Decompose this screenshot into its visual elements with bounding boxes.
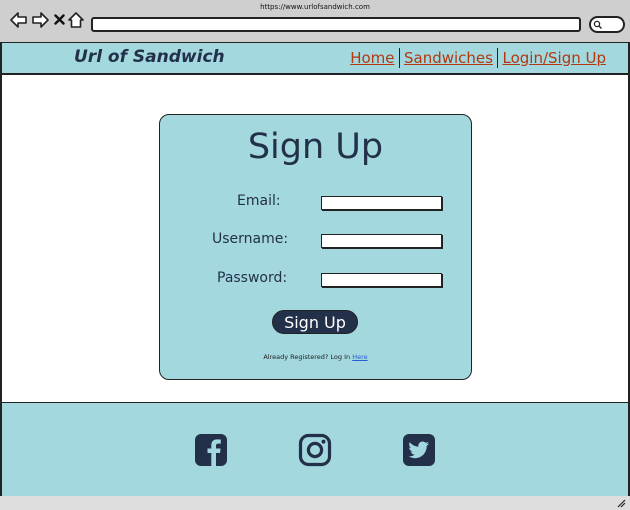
search-icon: [593, 20, 602, 29]
instagram-icon[interactable]: [298, 433, 332, 467]
url-text: https://www.urlofsandwich.com: [260, 3, 370, 11]
back-arrow-icon[interactable]: [10, 12, 28, 28]
login-prompt-text: Already Registered? Log In: [263, 353, 351, 361]
login-prompt: Already Registered? Log In Here: [160, 353, 471, 361]
nav-link-home[interactable]: Home: [350, 49, 394, 67]
main-nav: Home Sandwiches Login/Sign Up: [350, 48, 606, 68]
facebook-icon[interactable]: [194, 433, 228, 467]
browser-status-bar: [0, 496, 630, 510]
nav-divider: [496, 48, 499, 68]
login-here-link[interactable]: Here: [352, 353, 367, 361]
nav-divider: [398, 48, 400, 68]
twitter-icon[interactable]: [402, 433, 436, 467]
signup-card: Sign Up Email: Username: Password: Sign …: [159, 114, 472, 380]
site-header: Url of Sandwich Home Sandwiches Login/Si…: [2, 42, 628, 75]
email-field[interactable]: [321, 196, 442, 210]
brand-title[interactable]: Url of Sandwich: [74, 47, 225, 67]
username-label: Username:: [212, 231, 289, 247]
nav-link-sandwiches[interactable]: Sandwiches: [404, 49, 493, 67]
email-label: Email:: [237, 193, 281, 209]
browser-search[interactable]: [589, 16, 625, 33]
signup-button[interactable]: Sign Up: [272, 310, 358, 334]
home-icon[interactable]: [68, 12, 84, 28]
address-bar[interactable]: [91, 17, 581, 32]
forward-arrow-icon[interactable]: [31, 12, 49, 28]
password-field[interactable]: [321, 273, 442, 287]
site-footer: [2, 402, 628, 499]
browser-chrome: https://www.urlofsandwich.com: [0, 0, 630, 44]
password-label: Password:: [217, 270, 288, 286]
close-icon[interactable]: [54, 14, 65, 25]
signup-title: Sign Up: [247, 127, 384, 167]
username-field[interactable]: [321, 234, 442, 248]
nav-link-login-signup[interactable]: Login/Sign Up: [502, 49, 606, 67]
resize-grip-icon[interactable]: [616, 498, 626, 508]
